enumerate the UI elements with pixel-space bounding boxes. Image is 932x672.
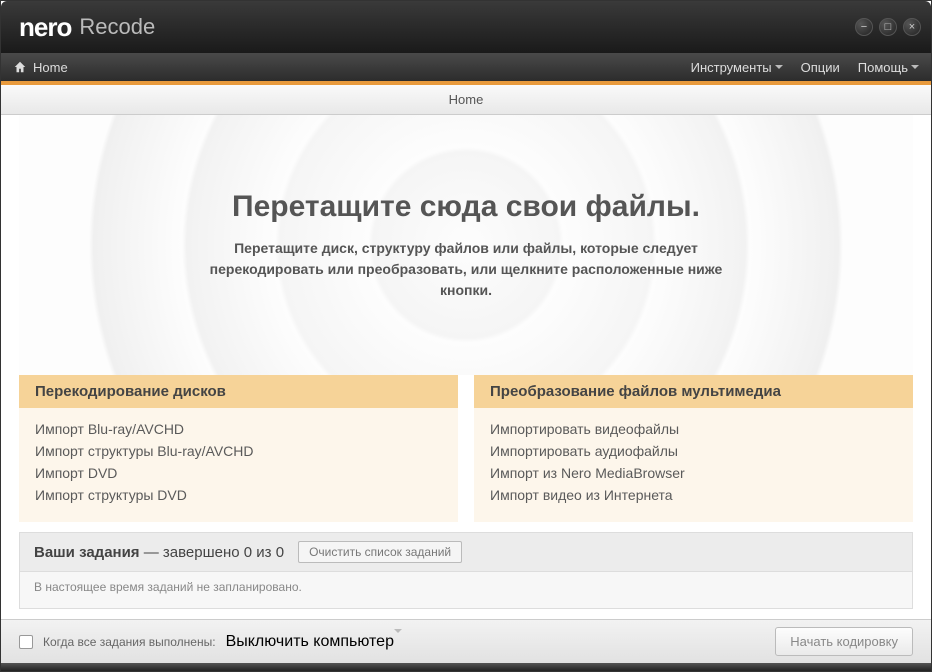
product-name: Recode — [79, 14, 155, 40]
menubar: Home Инструменты Опции Помощь — [1, 53, 931, 81]
jobs-empty-message: В настоящее время заданий не запланирова… — [19, 572, 913, 609]
link-import-mediabrowser[interactable]: Импорт из Nero MediaBrowser — [490, 462, 897, 484]
column-disc-recode: Перекодирование дисков Импорт Blu-ray/AV… — [19, 375, 458, 522]
link-import-bluray[interactable]: Импорт Blu-ray/AVCHD — [35, 418, 442, 440]
minimize-button[interactable]: − — [855, 18, 873, 36]
when-done-selected: Выключить компьютер — [226, 633, 394, 650]
bottom-strip — [1, 663, 931, 671]
clear-jobs-button[interactable]: Очистить список заданий — [298, 541, 462, 563]
menu-options[interactable]: Опции — [801, 60, 840, 75]
dropzone[interactable]: Перетащите сюда свои файлы. Перетащите д… — [19, 115, 913, 375]
start-encoding-button[interactable]: Начать кодировку — [775, 627, 913, 656]
titlebar: nero Recode − □ × — [1, 1, 931, 53]
maximize-button[interactable]: □ — [879, 18, 897, 36]
main-content: Перетащите сюда свои файлы. Перетащите д… — [1, 115, 931, 619]
action-columns: Перекодирование дисков Импорт Blu-ray/AV… — [19, 375, 913, 522]
breadcrumb-bar: Home — [1, 85, 931, 115]
breadcrumb: Home — [449, 92, 484, 107]
link-import-bluray-structure[interactable]: Импорт структуры Blu-ray/AVCHD — [35, 440, 442, 462]
chevron-down-icon — [394, 629, 402, 650]
dropzone-heading: Перетащите сюда свои файлы. — [232, 190, 700, 224]
home-icon — [13, 60, 27, 74]
column-media-title: Преобразование файлов мультимедиа — [474, 375, 913, 408]
home-link[interactable]: Home — [13, 60, 68, 75]
chevron-down-icon — [775, 65, 783, 69]
link-import-dvd-structure[interactable]: Импорт структуры DVD — [35, 484, 442, 506]
link-import-dvd[interactable]: Импорт DVD — [35, 462, 442, 484]
dropzone-subtext: Перетащите диск, структуру файлов или фа… — [206, 238, 726, 301]
footer: Когда все задания выполнены: Выключить к… — [1, 619, 931, 663]
when-done-select[interactable]: Выключить компьютер — [226, 633, 402, 651]
app-window: nero Recode − □ × Home Инструменты Опции… — [0, 0, 932, 672]
when-done-checkbox[interactable] — [19, 635, 33, 649]
menu-help[interactable]: Помощь — [858, 60, 919, 75]
menu-tools[interactable]: Инструменты — [691, 60, 783, 75]
brand-logo: nero — [19, 12, 71, 43]
home-label: Home — [33, 60, 68, 75]
jobs-bar: Ваши задания — завершено 0 из 0 Очистить… — [19, 532, 913, 572]
jobs-title: Ваши задания — завершено 0 из 0 — [34, 544, 284, 561]
when-done-label: Когда все задания выполнены: — [43, 635, 216, 649]
chevron-down-icon — [911, 65, 919, 69]
link-import-video[interactable]: Импортировать видеофайлы — [490, 418, 897, 440]
close-button[interactable]: × — [903, 18, 921, 36]
link-import-audio[interactable]: Импортировать аудиофайлы — [490, 440, 897, 462]
link-import-internet-video[interactable]: Импорт видео из Интернета — [490, 484, 897, 506]
column-media-convert: Преобразование файлов мультимедиа Импорт… — [474, 375, 913, 522]
column-disc-title: Перекодирование дисков — [19, 375, 458, 408]
